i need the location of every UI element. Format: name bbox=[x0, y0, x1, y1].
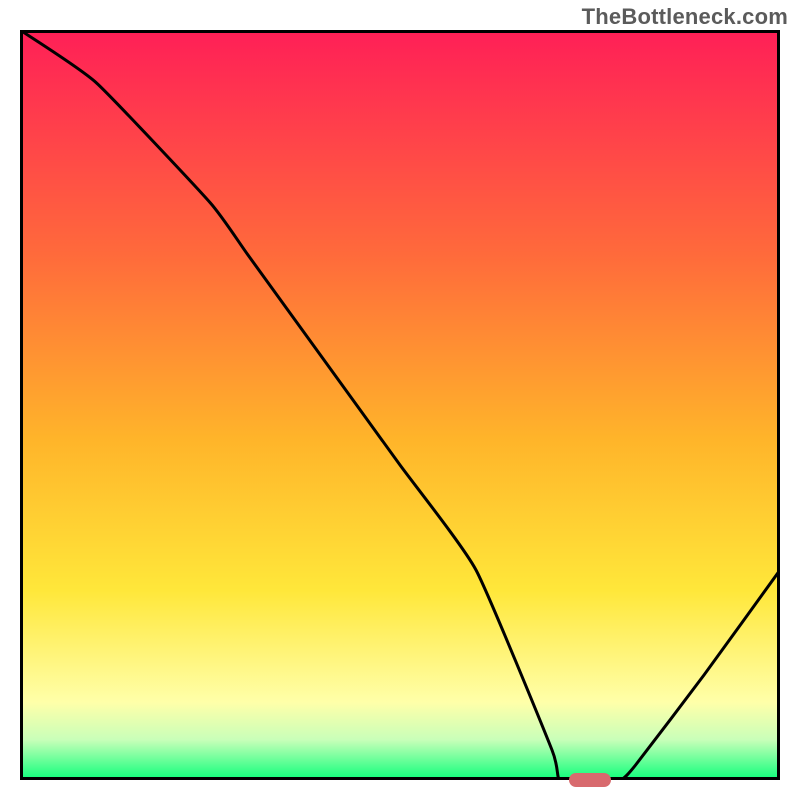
chart-svg bbox=[20, 30, 780, 780]
chart-frame: TheBottleneck.com bbox=[0, 0, 800, 800]
chart-plot bbox=[20, 30, 780, 780]
chart-background bbox=[23, 30, 777, 777]
optimal-marker bbox=[569, 773, 611, 787]
watermark-label: TheBottleneck.com bbox=[582, 4, 788, 30]
